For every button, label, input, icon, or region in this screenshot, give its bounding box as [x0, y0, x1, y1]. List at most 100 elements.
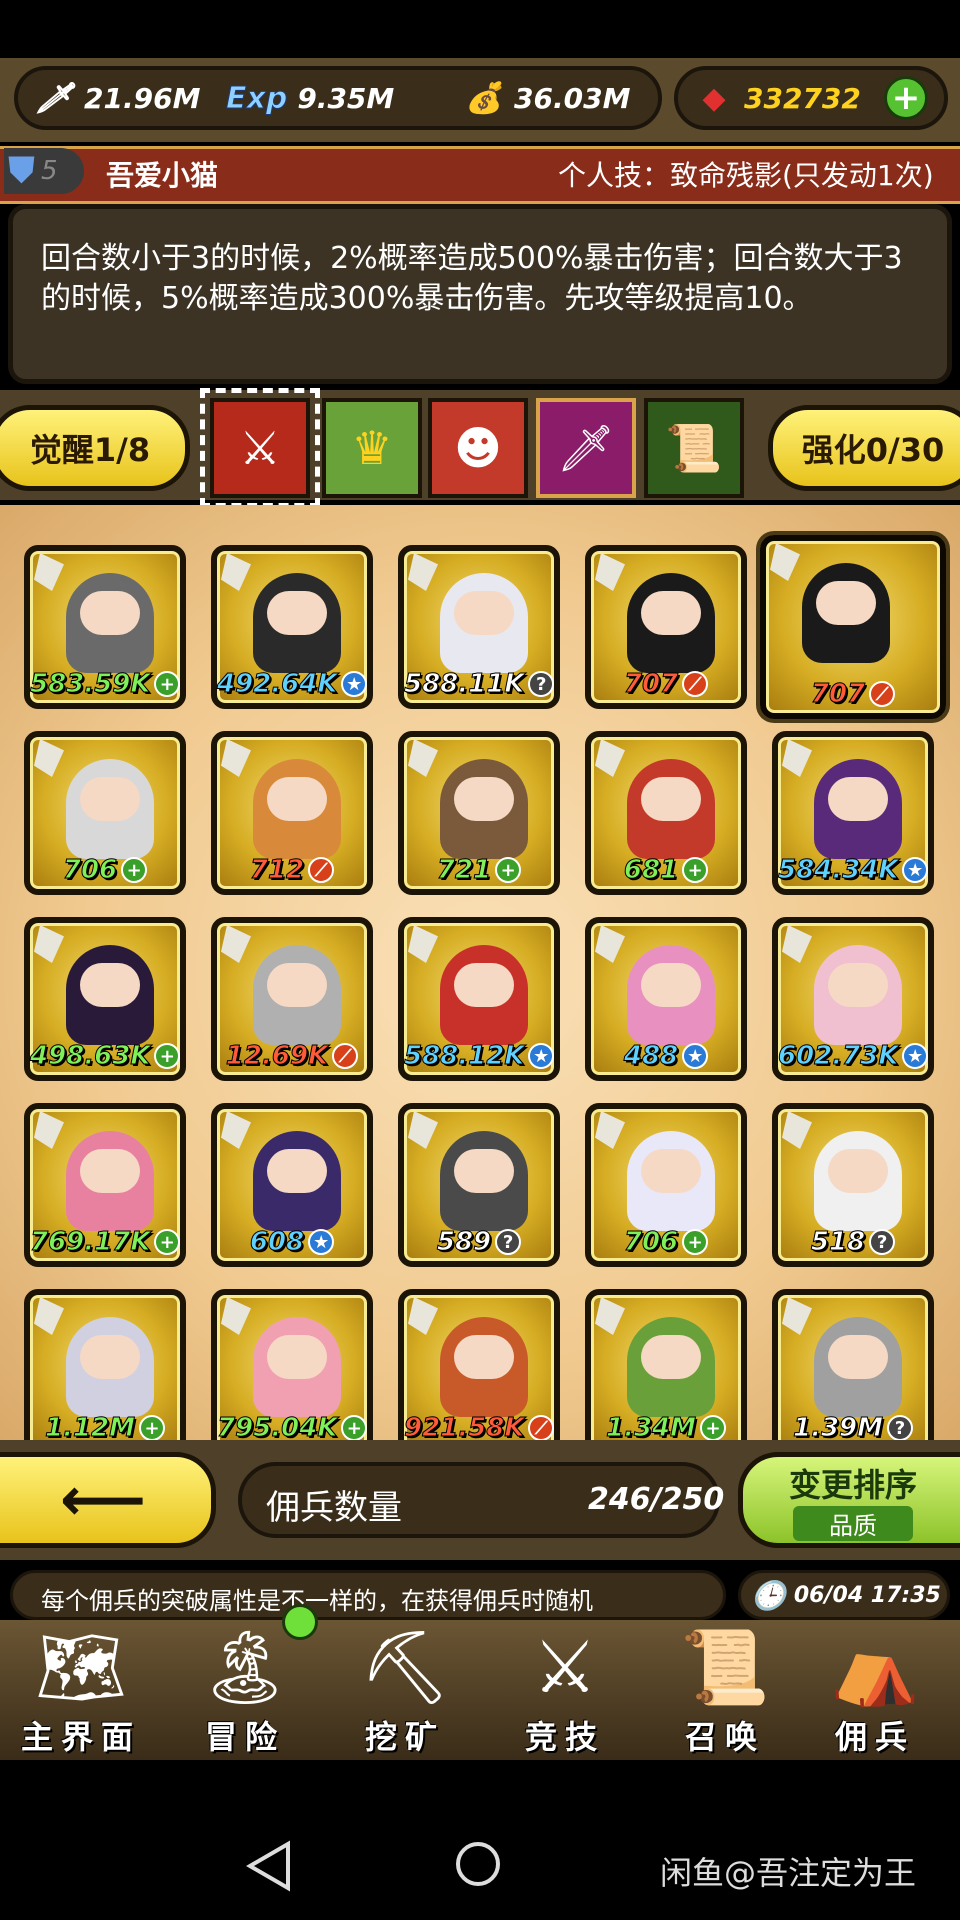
mercenary-card[interactable]: 712 ⟋ [211, 731, 373, 895]
power-value: 584.34K [777, 855, 899, 886]
hero-portrait [814, 1131, 902, 1231]
nav-mining[interactable]: ⛏ 挖矿 [330, 1622, 480, 1758]
mercenary-card[interactable]: 1.34M + [585, 1289, 747, 1440]
coin-bag-icon: 💰 [465, 80, 503, 116]
enhance-button[interactable]: 强化0/30 [768, 405, 960, 491]
mercenary-card[interactable]: 584.34K ★ [772, 731, 934, 895]
mercenary-card[interactable]: 608 ★ [211, 1103, 373, 1267]
mercenary-card[interactable]: 706 + [585, 1103, 747, 1267]
nav-main[interactable]: 🗺 主界面 [6, 1622, 156, 1758]
pin-icon [595, 739, 625, 777]
power-value: 706 [623, 1227, 679, 1258]
power-value: 602.73K [777, 1041, 899, 1072]
demon-face-icon[interactable]: ☻ [428, 398, 528, 498]
slash-badge-icon: ⟋ [308, 857, 335, 883]
pickaxe-icon: ⛏ [359, 1625, 451, 1709]
plus-badge-icon: + [154, 671, 180, 697]
pin-icon [221, 1297, 251, 1335]
mercenary-card[interactable]: 1.39M? [772, 1289, 934, 1440]
mercenary-card[interactable]: 681 + [585, 731, 747, 895]
mercenary-count-label: 佣兵数量 [266, 1488, 402, 1528]
mercenary-card[interactable]: 706 + [24, 731, 186, 895]
mercenary-grid: 583.59K +492.64K ★ 588.11K? 707 ⟋ 707 ⟋ 706 +712 ⟋… [0, 505, 960, 1440]
nav-summon[interactable]: 📜 召唤 [650, 1622, 800, 1758]
plus-badge-icon: + [495, 857, 522, 883]
mercenary-power: 921.58K ⟋ [403, 1413, 554, 1440]
plus-badge-icon: + [682, 1229, 709, 1255]
nav-label: 主界面 [20, 1718, 141, 1756]
ruby-icon: ◆ [702, 80, 726, 116]
power-value: 518 [810, 1227, 866, 1258]
mercenary-card[interactable]: 707 ⟋ [760, 535, 946, 719]
nav-arena[interactable]: ⚔ 竞技 [490, 1622, 640, 1758]
hero-portrait [627, 1131, 715, 1231]
power-value: 721 [436, 855, 492, 886]
hero-portrait [814, 1317, 902, 1417]
scroll-icon: 📜 [680, 1625, 770, 1709]
power-value: 1.39M [792, 1413, 884, 1441]
mercenary-card[interactable]: 921.58K ⟋ [398, 1289, 560, 1440]
mercenary-power: 488 ★ [591, 1041, 741, 1072]
nav-adventure[interactable]: 🏝 冒险 [170, 1622, 320, 1758]
mercenary-card[interactable]: 707 ⟋ [585, 545, 747, 709]
slash-badge-icon: ⟋ [332, 1043, 359, 1069]
mercenary-card[interactable]: 498.63K + [24, 917, 186, 1081]
star-badge-icon: ★ [682, 1043, 709, 1069]
plus-badge-icon: + [154, 1043, 180, 1069]
hero-portrait [814, 759, 902, 859]
awaken-button[interactable]: 觉醒1/8 [0, 405, 190, 491]
hero-name: 吾爱小猫 [106, 159, 219, 192]
hero-portrait [627, 759, 715, 859]
mercenary-card[interactable]: 769.17K + [24, 1103, 186, 1267]
clock-time: 06/04 17:35 [793, 1582, 941, 1608]
mercenary-card[interactable]: 795.04K + [211, 1289, 373, 1440]
mercenary-card[interactable]: 518? [772, 1103, 934, 1267]
map-scroll-icon: 🗺 [35, 1625, 127, 1709]
mercenary-power: 584.34K ★ [777, 855, 928, 886]
mercenary-power: 518? [778, 1227, 928, 1258]
pin-icon [221, 553, 251, 591]
pin-icon [408, 925, 438, 963]
clock-panel: 🕒 06/04 17:35 [738, 1570, 950, 1620]
hero-portrait [253, 759, 341, 859]
plus-badge-icon: + [139, 1415, 166, 1440]
mercenary-power: 707 ⟋ [591, 669, 741, 700]
gold-value: 36.03M [514, 81, 631, 115]
nav-mercenary[interactable]: ⛺ 佣兵 [800, 1622, 950, 1758]
home-circle-icon[interactable] [456, 1842, 500, 1886]
hero-portrait [440, 1131, 528, 1231]
pin-icon [770, 543, 800, 581]
mercenary-card[interactable]: 588.12K ★ [398, 917, 560, 1081]
back-button[interactable]: ⟵ [0, 1452, 216, 1548]
sword-icon: 🗡 [34, 80, 74, 116]
hero-portrait [440, 573, 528, 673]
mercenary-card[interactable]: 1.12M + [24, 1289, 186, 1440]
mercenary-power: 707 ⟋ [766, 679, 940, 710]
mercenary-card[interactable]: 589? [398, 1103, 560, 1267]
blade-strike-icon[interactable]: 🗡 [536, 398, 636, 498]
mercenary-card[interactable]: 12.69K ⟋ [211, 917, 373, 1081]
mercenary-card[interactable]: 488 ★ [585, 917, 747, 1081]
mercenary-power: 769.17K + [29, 1227, 180, 1258]
add-gems-button[interactable]: + [884, 76, 928, 120]
nav-label: 冒险 [204, 1718, 285, 1756]
mercenary-card[interactable]: 721 + [398, 731, 560, 895]
crown-up-icon[interactable]: ♛ [322, 398, 422, 498]
pin-icon [408, 739, 438, 777]
change-sort-button[interactable]: 变更排序 品质 [738, 1452, 960, 1548]
mercenary-card[interactable]: 588.11K? [398, 545, 560, 709]
power-value: 769.17K [29, 1227, 151, 1258]
mercenary-card[interactable]: 583.59K + [24, 545, 186, 709]
pin-icon [782, 1297, 812, 1335]
level-badge: ⛊ 5 [4, 148, 84, 194]
back-triangle-icon[interactable] [244, 1840, 292, 1892]
mercenary-power: 1.34M + [591, 1413, 741, 1440]
mercenary-card[interactable]: 602.73K ★ [772, 917, 934, 1081]
attack-value: 21.96M [84, 81, 201, 115]
notification-dot [282, 1604, 318, 1640]
hero-portrait [627, 1317, 715, 1417]
hero-portrait [440, 1317, 528, 1417]
mercenary-power: 1.39M? [778, 1413, 928, 1440]
mercenary-card[interactable]: 492.64K ★ [211, 545, 373, 709]
scroll-bundle-icon[interactable]: 📜 [644, 398, 744, 498]
